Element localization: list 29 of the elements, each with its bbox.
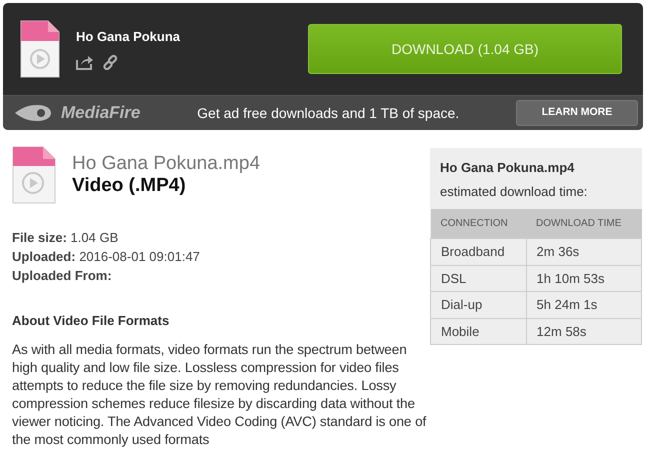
table-cell: DSL	[430, 265, 526, 292]
file-name: Ho Gana Pokuna	[76, 28, 180, 46]
table-cell: 2m 36s	[526, 238, 642, 265]
file-name: Ho Gana Pokuna.mp4	[72, 154, 260, 175]
detail-value: 1.04 GB	[70, 230, 118, 245]
video-file-icon	[20, 20, 60, 78]
learn-more-button[interactable]: LEARN MORE	[516, 100, 638, 126]
column-header: CONNECTION	[430, 209, 526, 238]
subtitle: estimated download time:	[440, 182, 588, 200]
video-file-icon	[12, 146, 56, 204]
logo-text: MediaFire	[61, 102, 140, 124]
description-paragraph: As with all media formats, video formats run the spectrum between high quality and low file size. Lossless compression for video files attempts to reduce the file size by removing redundancies. Lossy compression schemes reduce filesize by discarding data without the viewer noticing. The Advanced Video Coding (AVC) standard is one of the most commonly used formats	[12, 340, 428, 448]
table-cell: Mobile	[430, 318, 526, 344]
file-name: Ho Gana Pokuna.mp4	[440, 159, 576, 177]
table-cell: 1h 10m 53s	[526, 265, 642, 292]
share-icon[interactable]	[76, 54, 94, 70]
table-cell: Dial-up	[430, 292, 526, 318]
promo-message: Get ad free downloads and 1 TB of space.	[197, 104, 460, 123]
detail-label: File size:	[12, 230, 67, 245]
detail-label: Uploaded From:	[12, 268, 112, 283]
table-cell: 5h 24m 1s	[526, 292, 642, 318]
section-heading: About Video File Formats	[12, 312, 170, 330]
detail-label: Uploaded:	[12, 249, 76, 264]
file-type: Video (.MP4)	[72, 174, 187, 198]
detail-value: 2016-08-01 09:01:47	[79, 249, 200, 264]
table-cell: 12m 58s	[526, 318, 642, 344]
column-header: DOWNLOAD TIME	[526, 209, 642, 238]
table-cell: Broadband	[430, 238, 526, 265]
link-icon[interactable]	[102, 54, 119, 72]
